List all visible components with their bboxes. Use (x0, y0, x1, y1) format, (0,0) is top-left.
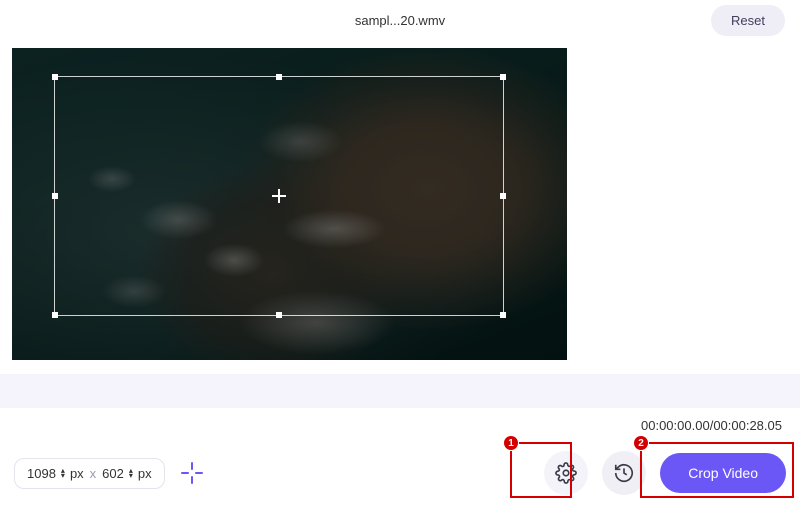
center-align-icon (180, 461, 204, 485)
reset-button[interactable]: Reset (711, 5, 785, 36)
crop-handle-top-middle[interactable] (276, 74, 282, 80)
timecode-current: 00:00:00.00 (641, 418, 710, 433)
crop-handle-middle-right[interactable] (500, 193, 506, 199)
separator-band (0, 374, 800, 408)
height-stepper[interactable]: ▴ ▾ (129, 468, 133, 478)
width-value: 1098 (27, 466, 56, 481)
timecode-display: 00:00:00.00/00:00:28.05 (641, 418, 782, 433)
callout-annotation-2: 2 (640, 442, 794, 498)
dimensions-input-group: 1098 ▴ ▾ px x 602 ▴ ▾ px (14, 458, 165, 489)
callout-badge-2: 2 (633, 435, 649, 451)
crop-handle-bottom-middle[interactable] (276, 312, 282, 318)
crop-handle-bottom-left[interactable] (52, 312, 58, 318)
callout-badge-1: 1 (503, 435, 519, 451)
width-stepper[interactable]: ▴ ▾ (61, 468, 65, 478)
caret-down-icon[interactable]: ▾ (129, 473, 133, 478)
crop-handle-middle-left[interactable] (52, 193, 58, 199)
height-unit: px (138, 466, 152, 481)
video-preview[interactable] (12, 48, 567, 360)
history-icon (613, 462, 635, 484)
filename-label: sampl...20.wmv (355, 13, 445, 28)
crop-handle-top-right[interactable] (500, 74, 506, 80)
timecode-duration: 00:00:28.05 (713, 418, 782, 433)
height-control[interactable]: 602 ▴ ▾ px (102, 466, 151, 481)
crop-handle-bottom-right[interactable] (500, 312, 506, 318)
header-bar: sampl...20.wmv Reset (0, 0, 800, 40)
dimension-separator: x (90, 466, 97, 481)
crop-rectangle[interactable] (54, 76, 504, 316)
video-canvas-area (0, 40, 800, 378)
center-crop-button[interactable] (175, 456, 209, 490)
width-unit: px (70, 466, 84, 481)
crop-center-crosshair-icon[interactable] (272, 189, 286, 203)
callout-annotation-1: 1 (510, 442, 572, 498)
height-value: 602 (102, 466, 124, 481)
crop-handle-top-left[interactable] (52, 74, 58, 80)
width-control[interactable]: 1098 ▴ ▾ px (27, 466, 84, 481)
caret-down-icon[interactable]: ▾ (61, 473, 65, 478)
